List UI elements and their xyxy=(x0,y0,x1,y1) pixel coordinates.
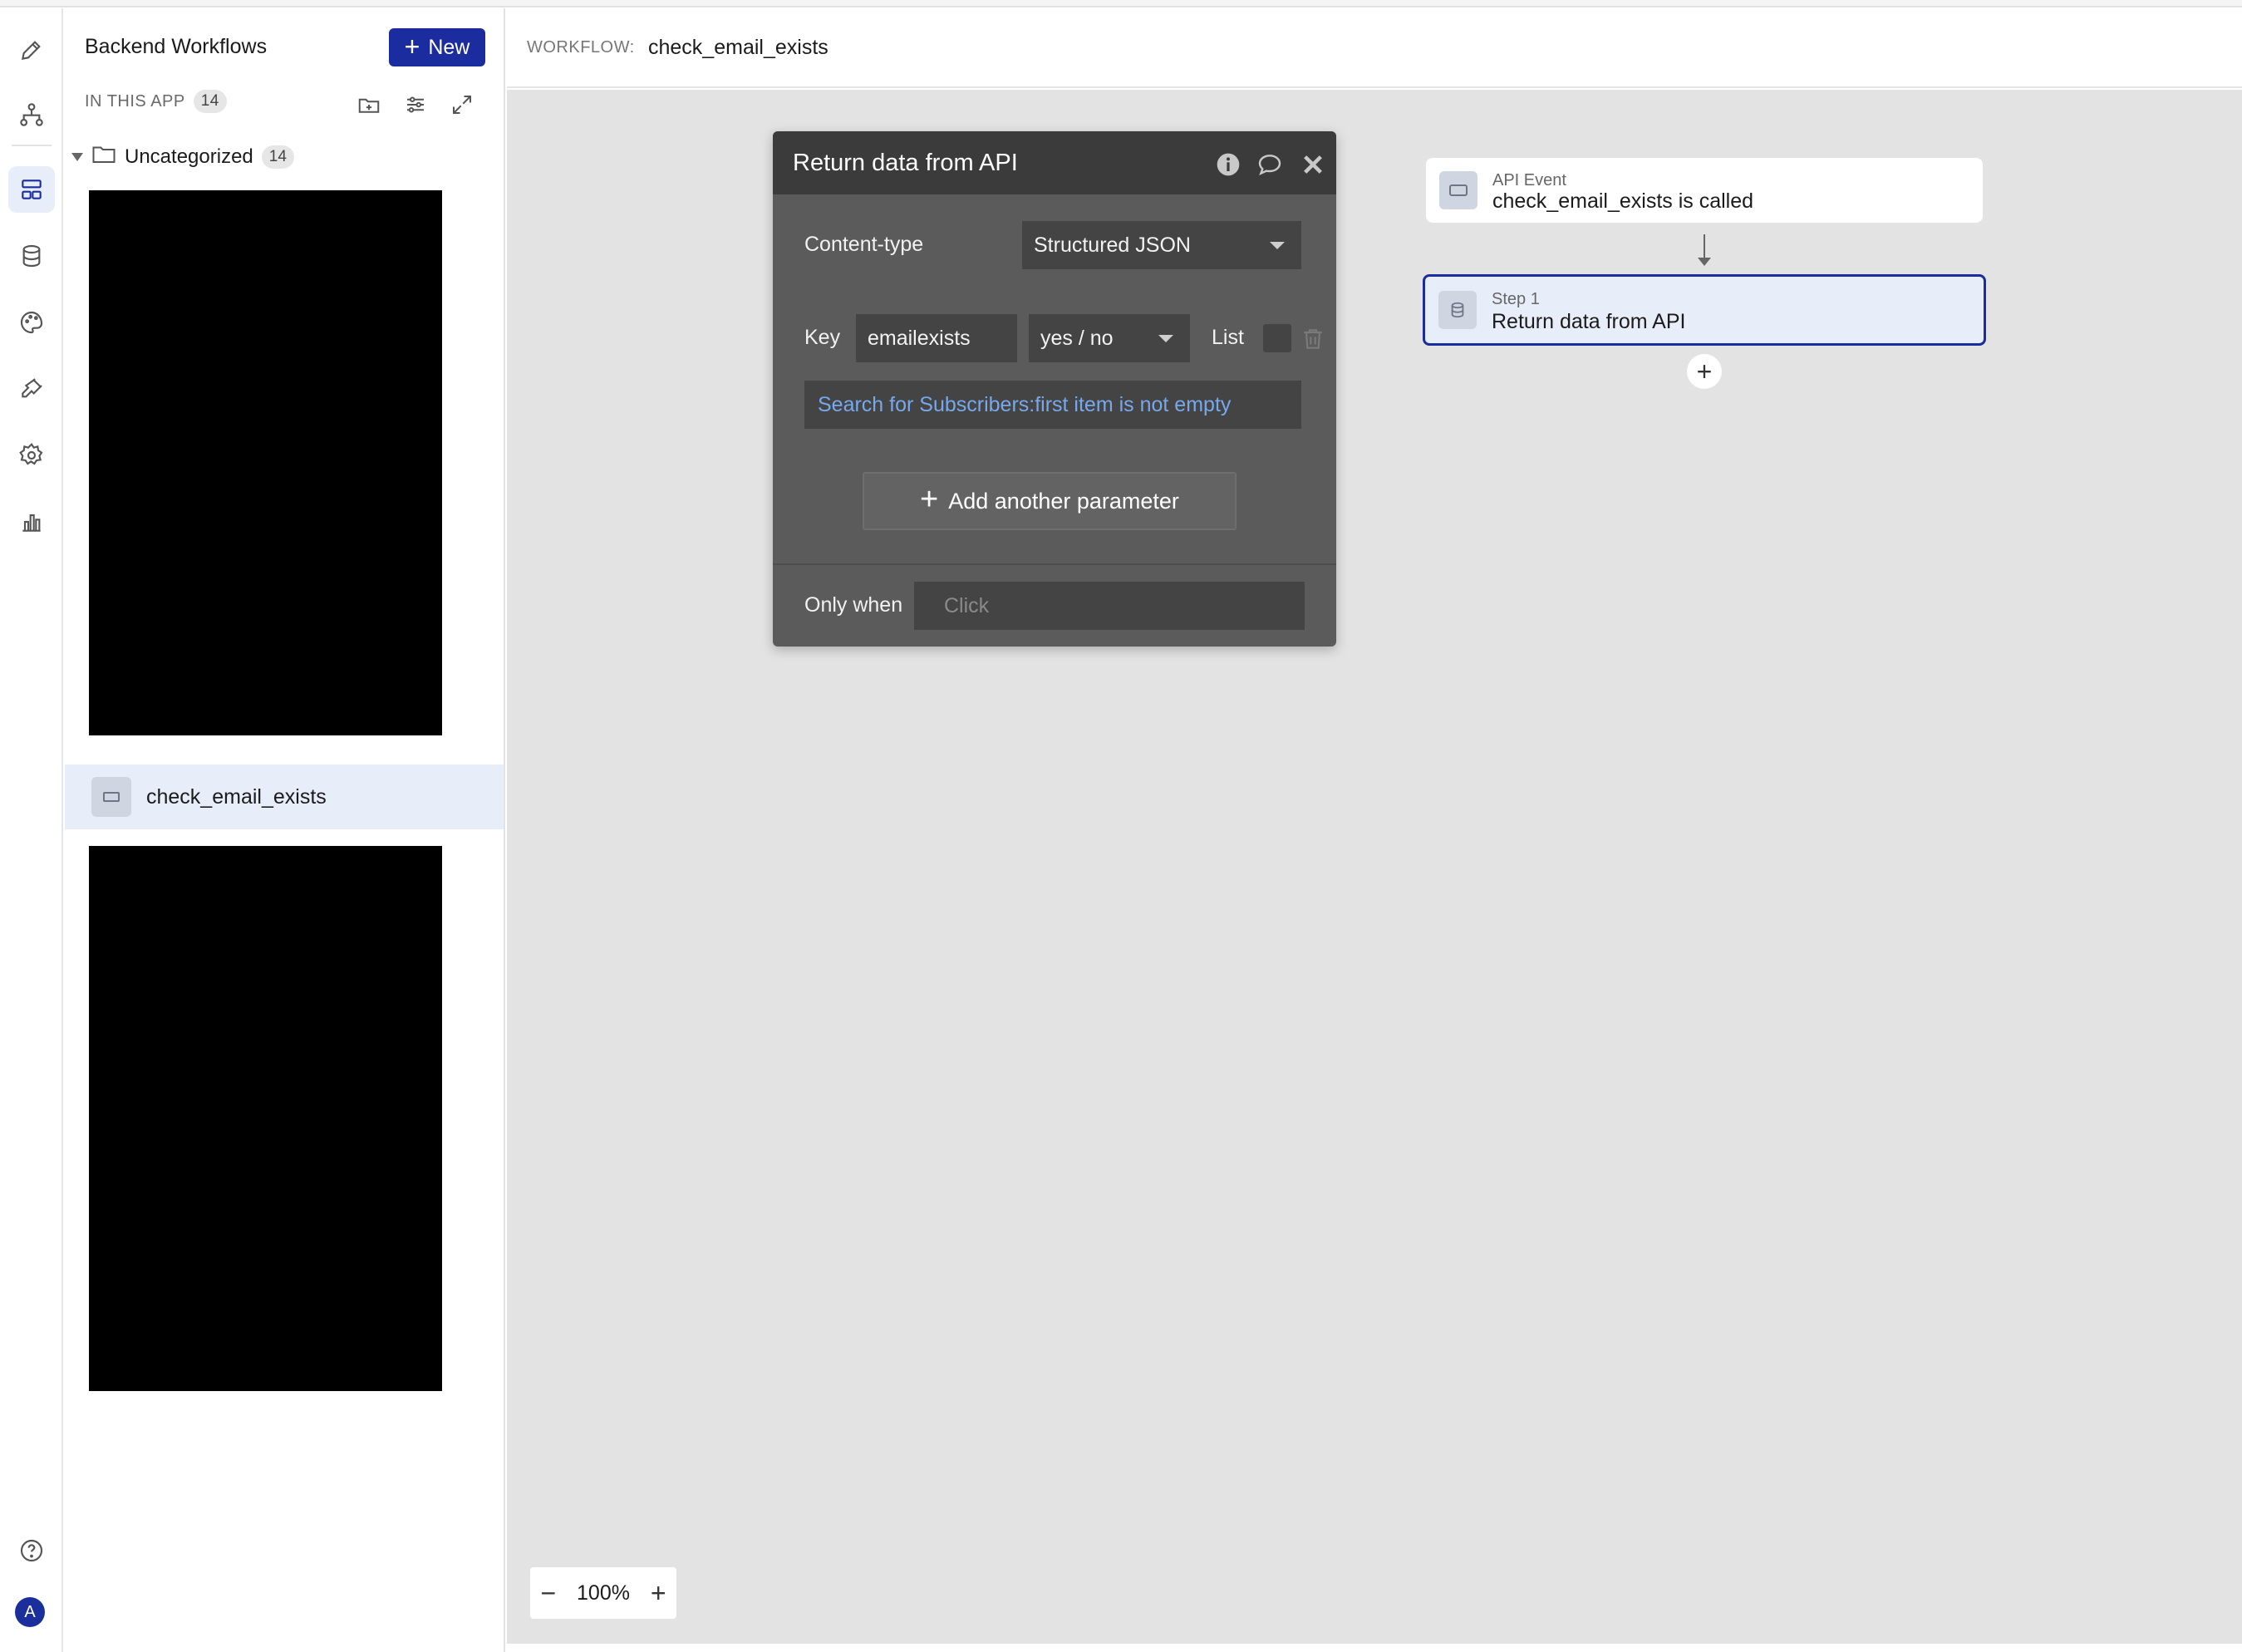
info-icon[interactable] xyxy=(1213,150,1243,179)
value-expression[interactable]: Search for Subscribers:first item is not… xyxy=(804,381,1301,429)
content-type-value: Structured JSON xyxy=(1034,233,1191,257)
new-button[interactable]: + New xyxy=(389,28,485,66)
palette-icon[interactable] xyxy=(8,299,55,346)
database-icon[interactable] xyxy=(8,233,55,279)
list-checkbox[interactable] xyxy=(1263,324,1291,352)
new-folder-icon[interactable] xyxy=(352,88,386,121)
new-button-label: New xyxy=(428,35,470,59)
list-label: List xyxy=(1212,326,1244,349)
plus-icon: + xyxy=(404,31,420,61)
folder-name: Uncategorized xyxy=(125,145,253,168)
add-step-plus-icon[interactable]: + xyxy=(1687,354,1722,389)
event-type-label: API Event xyxy=(1492,171,1566,189)
dialog-header[interactable]: Return data from API xyxy=(773,131,1336,194)
event-name: check_email_exists is called xyxy=(1492,189,1754,213)
plugin-icon[interactable] xyxy=(8,366,55,412)
only-when-label: Only when xyxy=(804,593,903,617)
caret-down-icon xyxy=(1270,242,1285,249)
only-when-input[interactable]: Click xyxy=(914,582,1305,630)
workflow-name[interactable]: check_email_exists xyxy=(648,36,828,60)
redacted-block xyxy=(89,846,442,1391)
pencil-icon[interactable] xyxy=(8,27,55,73)
section-label: IN THIS APP xyxy=(85,91,185,111)
key-value: emailexists xyxy=(868,326,971,350)
close-icon[interactable] xyxy=(1298,150,1328,179)
caret-down-icon xyxy=(1158,335,1173,342)
chevron-down-icon xyxy=(71,152,83,161)
content-type-label: Content-type xyxy=(804,233,924,256)
dialog-divider xyxy=(773,563,1336,565)
help-icon[interactable] xyxy=(8,1527,55,1574)
api-event-icon xyxy=(1439,171,1477,209)
content-type-select[interactable]: Structured JSON xyxy=(1022,221,1301,269)
only-when-placeholder: Click xyxy=(944,593,990,617)
api-event-card[interactable]: API Event check_email_exists is called xyxy=(1426,158,1983,223)
top-border xyxy=(0,0,2242,7)
workflow-item-label: check_email_exists xyxy=(146,784,327,809)
filter-icon[interactable] xyxy=(399,88,432,121)
settings-icon[interactable] xyxy=(8,432,55,479)
workflows-icon[interactable] xyxy=(8,166,55,213)
api-event-icon xyxy=(91,777,131,817)
arrow-down-icon xyxy=(1698,258,1711,266)
redacted-block xyxy=(89,190,442,735)
type-select[interactable]: yes / no xyxy=(1029,314,1190,362)
chart-icon[interactable] xyxy=(8,499,55,545)
database-icon xyxy=(1438,291,1477,329)
key-input[interactable]: emailexists xyxy=(856,314,1017,362)
add-parameter-label: Add another parameter xyxy=(948,488,1179,514)
zoom-in-icon[interactable]: + xyxy=(651,1578,666,1609)
rail-divider xyxy=(12,145,52,146)
action-property-editor: Return data from API Content-type Struct… xyxy=(773,131,1336,647)
zoom-control: − 100% + xyxy=(530,1567,676,1619)
zoom-out-icon[interactable]: − xyxy=(540,1578,556,1609)
folder-count-badge: 14 xyxy=(261,145,294,169)
section-header: IN THIS APP 14 xyxy=(85,90,227,113)
avatar[interactable]: A xyxy=(15,1597,45,1627)
folder-uncategorized[interactable]: Uncategorized 14 xyxy=(71,143,294,170)
step-1-card[interactable]: Step 1 Return data from API xyxy=(1423,274,1986,346)
comment-icon[interactable] xyxy=(1255,150,1285,179)
icon-rail: A xyxy=(0,8,63,1652)
section-count-badge: 14 xyxy=(193,90,227,113)
panel-title: Backend Workflows xyxy=(85,35,268,58)
workflow-item-check-email-exists[interactable]: check_email_exists xyxy=(65,765,504,829)
workflow-header: WORKFLOW: check_email_exists xyxy=(507,8,2242,88)
key-label: Key xyxy=(804,326,841,349)
hierarchy-icon[interactable] xyxy=(8,91,55,138)
step-number: Step 1 xyxy=(1492,290,1540,308)
plus-icon: + xyxy=(920,482,939,517)
type-value: yes / no xyxy=(1040,326,1114,350)
dialog-title: Return data from API xyxy=(793,150,1018,176)
folder-icon xyxy=(91,143,116,170)
expand-icon[interactable] xyxy=(445,88,479,121)
step-name: Return data from API xyxy=(1492,310,1686,333)
workflow-list-panel: Backend Workflows + New IN THIS APP 14 U… xyxy=(65,8,505,1652)
add-parameter-button[interactable]: + Add another parameter xyxy=(863,472,1237,530)
trash-icon[interactable] xyxy=(1298,324,1328,354)
zoom-level: 100% xyxy=(577,1581,630,1605)
expression-text: Search for Subscribers:first item is not… xyxy=(818,392,1232,416)
workflow-label: WORKFLOW: xyxy=(527,38,635,57)
